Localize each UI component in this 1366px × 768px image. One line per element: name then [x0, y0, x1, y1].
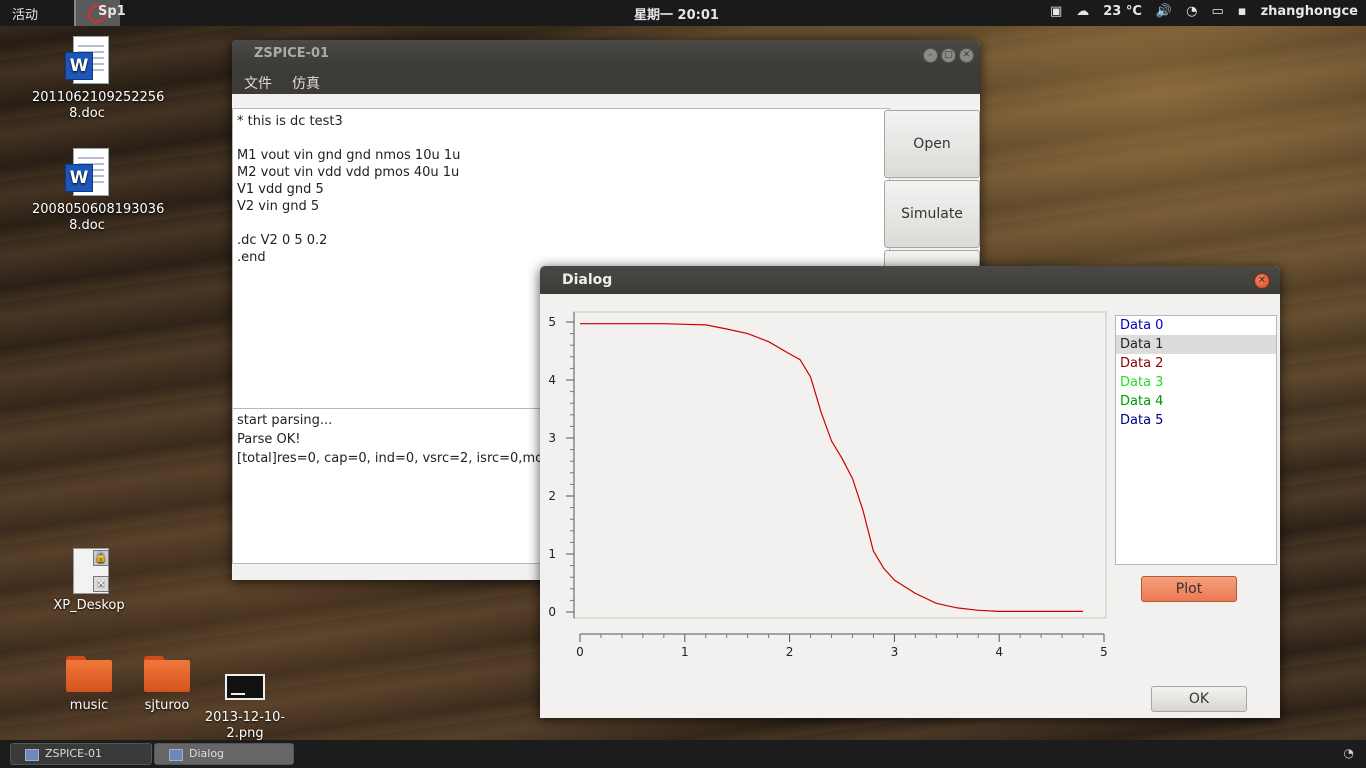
- x-tick-label: 2: [786, 645, 794, 659]
- wifi-icon[interactable]: ◔: [1186, 4, 1197, 19]
- wifi-icon[interactable]: ◔: [1344, 746, 1354, 760]
- battery-icon[interactable]: ▭: [1211, 4, 1223, 19]
- netlist-line: .end: [237, 250, 266, 265]
- window-icon: [169, 749, 183, 761]
- x-tick-label: 4: [995, 645, 1003, 659]
- desktop-icon-label: XP_Deskop: [53, 598, 125, 613]
- data-list-item[interactable]: Data 2: [1116, 354, 1276, 373]
- netlist-line: V2 vin gnd 5: [237, 199, 320, 214]
- data-list-item[interactable]: Data 3: [1116, 373, 1276, 392]
- focused-app-indicator[interactable]: Sp1: [74, 0, 126, 26]
- window-icon: [25, 749, 39, 761]
- clock[interactable]: 星期一 20:01: [634, 4, 719, 23]
- files-icon[interactable]: ▣: [1050, 4, 1062, 19]
- desktop-icon-xp-desktop[interactable]: 🔒 ✕ XP_Deskop: [34, 548, 144, 614]
- netlist-line: * this is dc test3: [237, 114, 343, 129]
- data-list-item[interactable]: Data 1: [1116, 335, 1276, 354]
- user-icon: ▪: [1237, 4, 1247, 19]
- main-window-titlebar[interactable]: ZSPICE-01 – □ ✕: [232, 40, 980, 68]
- desktop-icon-label: 2013-12-10-2.png: [204, 710, 286, 741]
- data-list-item[interactable]: Data 0: [1116, 316, 1276, 335]
- desktop-icon-png[interactable]: 2013-12-10-2.png: [190, 666, 300, 742]
- shortcut-icon: 🔒 ✕: [69, 548, 109, 594]
- y-tick-label: 0: [548, 605, 556, 619]
- activities-button[interactable]: 活动: [12, 4, 38, 23]
- desktop-icon-doc-2[interactable]: W 2008050608193036 8.doc: [32, 148, 165, 234]
- volume-icon[interactable]: 🔊: [1156, 4, 1172, 19]
- image-file-icon: [225, 674, 265, 700]
- close-icon[interactable]: ✕: [959, 48, 974, 63]
- close-icon[interactable]: ✕: [1254, 273, 1270, 289]
- plot-frame: [573, 311, 1107, 619]
- netlist-line: .dc V2 0 5 0.2: [237, 233, 328, 248]
- dialog-window: Dialog ✕ 0 1 2 3 4 5 0 1 2 3 4 5 Data 0 Data 1 Data…: [540, 266, 1280, 718]
- y-tick-label: 5: [548, 315, 556, 329]
- y-tick-label: 2: [548, 489, 556, 503]
- netlist-line: [237, 215, 885, 232]
- folder-icon: [66, 656, 112, 692]
- menubar: 文件 仿真: [232, 68, 980, 94]
- desktop-icon-label: 2008050608193036 8.doc: [32, 202, 165, 233]
- y-tick-label: 1: [548, 547, 556, 561]
- netlist-line: V1 vdd gnd 5: [237, 182, 324, 197]
- simulate-button[interactable]: Simulate: [884, 180, 980, 248]
- y-tick-label: 3: [548, 431, 556, 445]
- word-document-icon: W: [65, 36, 109, 86]
- top-panel: 活动 Sp1 星期一 20:01 ▣ ☁ 23 °C 🔊 ◔ ▭ ▪ zhang…: [0, 0, 1366, 26]
- netlist-line: [237, 130, 885, 147]
- x-tick-label: 1: [681, 645, 689, 659]
- x-tick-label: 3: [891, 645, 899, 659]
- task-label: Dialog: [189, 747, 225, 760]
- desktop-icon-label: 2011062109252256 8.doc: [32, 90, 165, 121]
- word-document-icon: W: [65, 148, 109, 198]
- data-list-item[interactable]: Data 5: [1116, 411, 1276, 430]
- y-tick-label: 4: [548, 373, 556, 387]
- desktop-icon-doc-1[interactable]: W 2011062109252256 8.doc: [32, 36, 165, 122]
- weather-icon[interactable]: ☁: [1076, 4, 1089, 19]
- system-tray: ▣ ☁ 23 °C 🔊 ◔ ▭ ▪ zhanghongce: [1050, 4, 1358, 19]
- task-label: ZSPICE-01: [45, 747, 102, 760]
- x-tick-label: 5: [1100, 645, 1108, 659]
- netlist-line: M1 vout vin gnd gnd nmos 10u 1u: [237, 148, 461, 163]
- data-list-item[interactable]: Data 4: [1116, 392, 1276, 411]
- open-button[interactable]: Open: [884, 110, 980, 178]
- window-title: ZSPICE-01: [254, 46, 330, 61]
- netlist-line: M2 vout vin vdd vdd pmos 40u 1u: [237, 165, 460, 180]
- user-name[interactable]: zhanghongce: [1261, 4, 1358, 19]
- folder-icon: [144, 656, 190, 692]
- menu-simulate[interactable]: 仿真: [292, 73, 320, 93]
- menu-file[interactable]: 文件: [244, 73, 272, 93]
- ok-button[interactable]: OK: [1151, 686, 1247, 712]
- maximize-icon[interactable]: □: [941, 48, 956, 63]
- focused-app-label: Sp1: [98, 4, 126, 19]
- weather-temperature[interactable]: 23 °C: [1103, 4, 1142, 19]
- plot-area: 0 1 2 3 4 5 0 1 2 3 4 5: [548, 311, 1108, 659]
- x-tick-label: 0: [576, 645, 584, 659]
- dialog-title: Dialog: [562, 272, 613, 288]
- task-zspice[interactable]: ZSPICE-01: [10, 743, 152, 765]
- plot-button[interactable]: Plot: [1141, 576, 1237, 602]
- minimize-icon[interactable]: –: [923, 48, 938, 63]
- task-dialog[interactable]: Dialog: [154, 743, 294, 765]
- dialog-titlebar[interactable]: Dialog ✕: [540, 266, 1280, 294]
- bottom-taskbar: ZSPICE-01 Dialog ◔: [0, 740, 1366, 768]
- data-list: Data 0 Data 1 Data 2 Data 3 Data 4 Data …: [1115, 315, 1277, 565]
